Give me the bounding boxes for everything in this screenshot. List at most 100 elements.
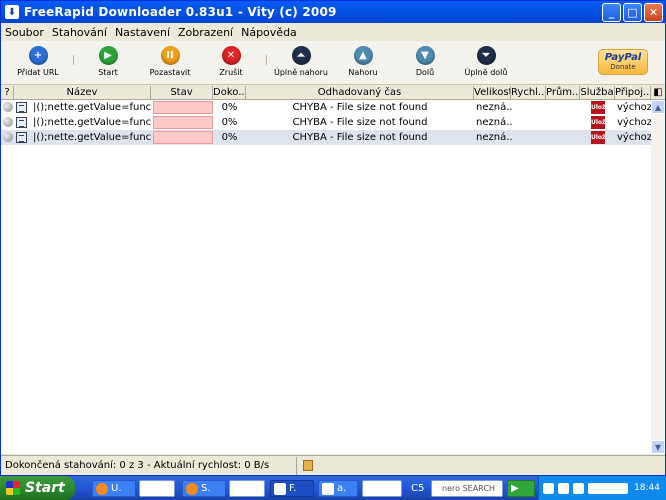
taskbar-item-active[interactable]: F. — [270, 480, 314, 497]
firefox-icon — [186, 482, 198, 495]
column-header[interactable]: Název — [14, 86, 151, 100]
connection-value: výchozí — [617, 102, 651, 113]
file-name: |();nette.getValue=functi... — [33, 132, 151, 143]
arrow-up-icon: ▲ — [353, 46, 373, 65]
taskbar-item[interactable]: a. — [318, 480, 358, 497]
eta-value: CHYBA - File size not found — [292, 132, 428, 143]
progress-value: 0% — [221, 132, 238, 143]
status-bar — [153, 116, 213, 129]
add-url-button[interactable]: + Přidat URL — [8, 46, 68, 77]
firefox-icon — [96, 482, 108, 495]
column-header[interactable]: Velikost — [474, 86, 511, 100]
system-tray: 18:44 — [538, 476, 666, 500]
column-chooser-icon[interactable]: ◧ — [651, 86, 665, 100]
progress-value: 0% — [221, 102, 238, 113]
column-header[interactable]: ? — [1, 86, 14, 100]
status-bar-bottom: Dokončená stahování: 0 z 3 - Aktuální ry… — [1, 455, 665, 475]
app-window: ⬇ FreeRapid Downloader 0.83u1 - Vity (c)… — [0, 0, 666, 476]
taskbar-item[interactable]: S. — [182, 480, 226, 497]
file-icon — [16, 117, 27, 128]
cancel-button[interactable]: ✕ Zrušit — [201, 46, 261, 77]
toolbar-separator — [73, 55, 74, 65]
table-row[interactable]: |();nette.getValue=functi... 0% CHYBA - … — [1, 115, 651, 130]
menu-soubor[interactable]: Soubor — [5, 26, 44, 39]
play-icon: ▶ — [98, 46, 118, 65]
arrow-top-icon: ⏶ — [291, 46, 311, 65]
cancel-icon: ✕ — [221, 46, 241, 65]
move-up-button[interactable]: ▲ Nahoru — [333, 46, 393, 77]
tray-search-box[interactable] — [588, 482, 628, 494]
file-name: |();nette.getValue=functi... — [33, 117, 151, 128]
start-button[interactable]: ▶ Start — [78, 46, 138, 77]
column-header[interactable]: Doko... — [213, 86, 246, 100]
state-icon — [3, 117, 13, 127]
taskbar: Start U. S. F. a. C5 nero SEARCH ▶ 18:44 — [0, 476, 666, 500]
table-header: ? Název Stav Doko... Odhadovaný čas Veli… — [1, 86, 665, 100]
download-icon — [274, 482, 286, 495]
eta-value: CHYBA - File size not found — [292, 117, 428, 128]
service-logo: Ulož — [591, 116, 606, 129]
state-icon — [3, 102, 13, 112]
menu-stahovani[interactable]: Stahování — [52, 26, 107, 39]
paypal-donate-button[interactable]: PayPal Donate — [598, 49, 648, 75]
close-button[interactable]: ✕ — [644, 2, 663, 22]
plus-icon: + — [28, 46, 48, 65]
size-value: nezná... — [476, 117, 512, 128]
taskbar-item-blank[interactable] — [229, 480, 265, 497]
vertical-scrollbar[interactable]: ▲ ▼ — [651, 100, 665, 454]
column-header[interactable]: Stav — [151, 86, 213, 100]
size-value: nezná... — [476, 132, 512, 143]
menu-napoveda[interactable]: Nápověda — [241, 26, 297, 39]
file-icon — [16, 102, 27, 113]
taskbar-item[interactable]: U. — [92, 480, 136, 497]
window-title: FreeRapid Downloader 0.83u1 - Vity (c) 2… — [24, 5, 337, 19]
table-row[interactable]: |();nette.getValue=functi... 0% CHYBA - … — [1, 130, 651, 145]
column-header[interactable]: Připoj... — [615, 86, 651, 100]
connection-value: výchozí — [617, 117, 651, 128]
status-bar — [153, 131, 213, 144]
size-value: nezná... — [476, 102, 512, 113]
taskbar-item[interactable]: C5 — [408, 480, 428, 497]
progress-value: 0% — [221, 117, 238, 128]
column-header[interactable]: Prům... — [546, 86, 580, 100]
column-header[interactable]: Služba — [580, 86, 615, 100]
column-header[interactable]: Odhadovaný čas — [246, 86, 474, 100]
menu-zobrazeni[interactable]: Zobrazení — [178, 26, 233, 39]
taskbar-item-blank[interactable] — [139, 480, 175, 497]
menu-nastaveni[interactable]: Nastavení — [115, 26, 170, 39]
file-name: |();nette.getValue=functi... — [33, 102, 151, 113]
eta-value: CHYBA - File size not found — [292, 102, 428, 113]
minimize-button[interactable]: _ — [602, 2, 621, 22]
clipboard-icon[interactable] — [303, 460, 313, 471]
start-button-taskbar[interactable]: Start — [0, 476, 75, 500]
nero-search-box[interactable]: nero SEARCH — [431, 480, 503, 497]
download-icon: ⬇ — [5, 5, 19, 19]
column-header[interactable]: Rychl... — [511, 86, 546, 100]
move-down-button[interactable]: ▼ Dolů — [395, 46, 455, 77]
connection-value: výchozí — [617, 132, 651, 143]
clock: 18:44 — [634, 483, 660, 493]
title-bar[interactable]: ⬇ FreeRapid Downloader 0.83u1 - Vity (c)… — [1, 1, 665, 23]
move-bottom-button[interactable]: ⏷ Úplně dolů — [456, 46, 516, 77]
service-logo: Ulož — [591, 101, 606, 114]
arrow-down-icon: ▼ — [415, 46, 435, 65]
tray-icon[interactable] — [558, 482, 569, 494]
service-logo: Ulož — [591, 131, 606, 144]
document-icon — [322, 482, 334, 495]
maximize-button[interactable]: □ — [623, 2, 642, 22]
scroll-down-icon[interactable]: ▼ — [651, 440, 665, 454]
pause-button[interactable]: II Pozastavit — [140, 46, 200, 77]
tray-icon[interactable] — [543, 482, 554, 494]
go-arrow-icon[interactable]: ▶ — [507, 480, 535, 497]
move-top-button[interactable]: ⏶ Úplně nahoru — [271, 46, 331, 77]
table-row[interactable]: |();nette.getValue=functi... 0% CHYBA - … — [1, 100, 651, 115]
arrow-bottom-icon: ⏷ — [476, 46, 496, 65]
pause-icon: II — [160, 46, 180, 65]
state-icon — [3, 132, 13, 142]
download-table: ? Název Stav Doko... Odhadovaný čas Veli… — [1, 86, 665, 454]
scroll-up-icon[interactable]: ▲ — [651, 100, 665, 114]
windows-logo-icon — [6, 481, 20, 495]
taskbar-item-blank[interactable] — [362, 480, 402, 497]
toolbar: + Přidat URL ▶ Start II Pozastavit ✕ Zru… — [1, 41, 665, 85]
tray-icon[interactable] — [573, 482, 584, 494]
